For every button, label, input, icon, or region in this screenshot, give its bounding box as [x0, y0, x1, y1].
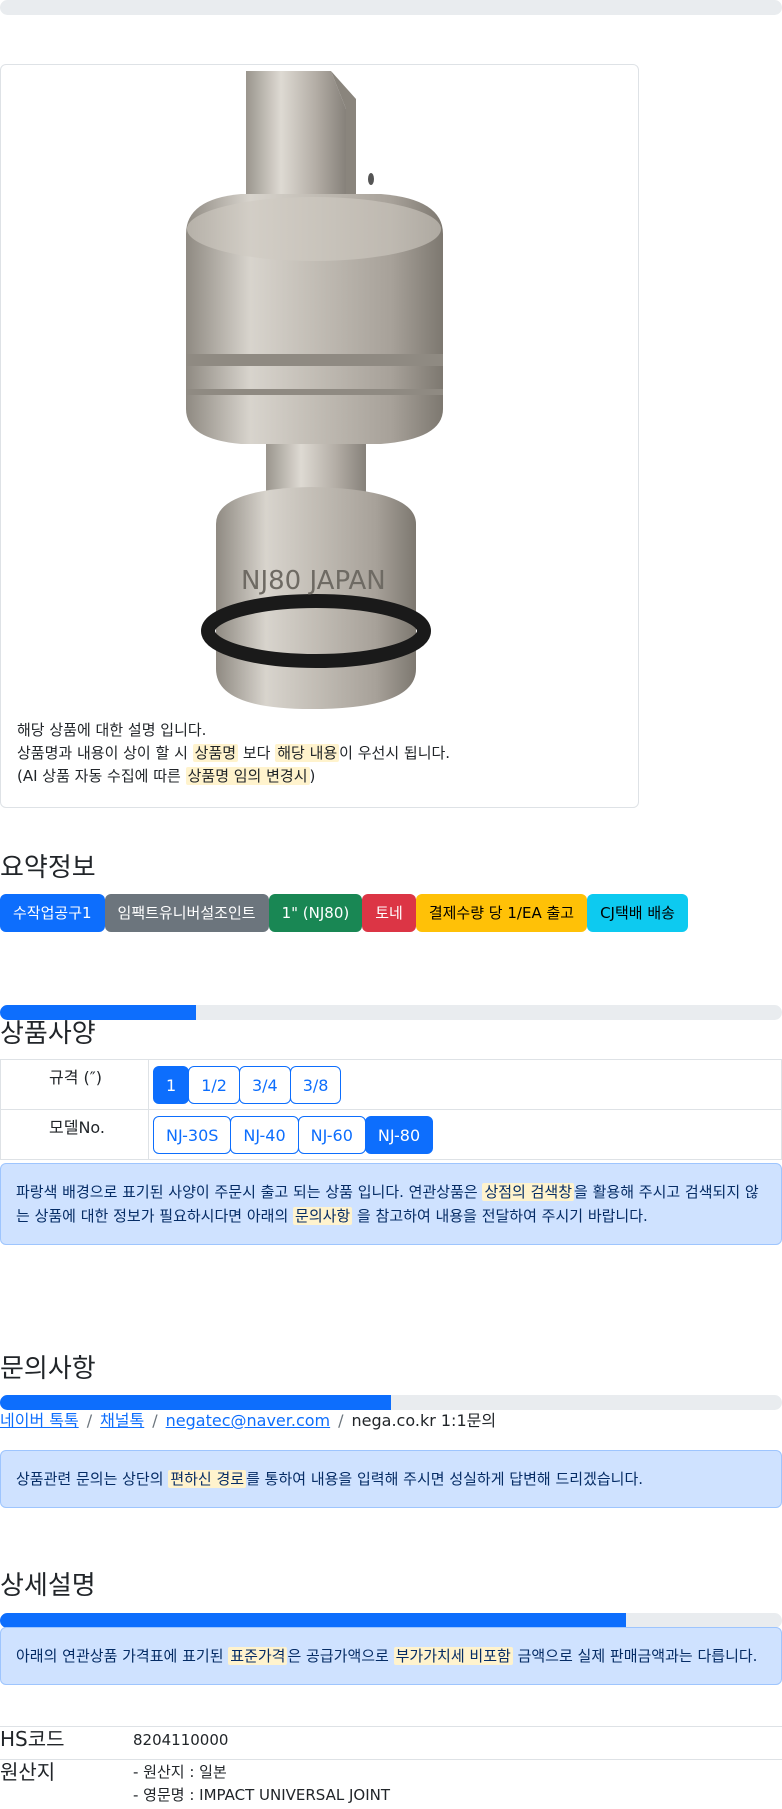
- desc-text: (AI 상품 자동 수집에 따른: [17, 767, 186, 785]
- notice-text: 을 참고하여 내용을 전달하여 주시기 바랍니다.: [352, 1207, 648, 1225]
- highlight-content: 해당 내용: [275, 744, 340, 762]
- notice-text: 금액으로 실제 판매금액과는 다릅니다.: [512, 1647, 758, 1665]
- spec-option-button[interactable]: 3/8: [289, 1065, 342, 1104]
- notice-text: 를 통하여 내용을 입력해 주시면 성실하게 답변해 드리겠습니다.: [246, 1470, 644, 1488]
- separator: /: [338, 1411, 344, 1430]
- origin-value: - 원산지 : 일본 - 영문명 : IMPACT UNIVERSAL JOIN…: [133, 1761, 390, 1807]
- summary-badge: 1" (NJ80): [268, 894, 363, 932]
- spec-key: 모델No.: [0, 1109, 149, 1160]
- spec-progress-bar: [0, 1005, 782, 1020]
- notice-text: 은 공급가액으로: [287, 1647, 394, 1665]
- spec-option-button[interactable]: NJ-80: [364, 1115, 434, 1154]
- spec-option-button[interactable]: 1: [153, 1065, 190, 1104]
- hs-code-label: HS코드: [0, 1727, 65, 1751]
- detail-title: 상세설명: [0, 1571, 96, 1601]
- desc-text: ): [309, 767, 316, 785]
- highlight-inquiry: 문의사항: [293, 1207, 353, 1225]
- highlight-product-name: 상품명: [192, 744, 239, 762]
- summary-badge: 수작업공구1: [0, 894, 105, 932]
- desc-text: 보다: [238, 744, 276, 762]
- origin-label: 원산지: [0, 1760, 56, 1784]
- spec-option-button[interactable]: 1/2: [188, 1065, 240, 1104]
- product-card: NJ80 JAPAN 해당 상품에 대한 설명 입니다. 상품명과 내용이 상이…: [0, 64, 639, 808]
- desc-text: 상품명과 내용이 상이 할 시: [17, 744, 193, 762]
- spec-notice: 파랑색 배경으로 표기된 사양이 주문시 출고 되는 상품 입니다. 연관상품은…: [0, 1163, 782, 1245]
- inquiry-title: 문의사항: [0, 1354, 96, 1384]
- hs-code-value: 8204110000: [133, 1731, 229, 1749]
- spec-option-button[interactable]: NJ-30S: [153, 1115, 232, 1154]
- desc-line-3: (AI 상품 자동 수집에 따른 상품명 임의 변경시): [17, 765, 450, 788]
- desc-line-2: 상품명과 내용이 상이 할 시 상품명 보다 해당 내용 이 우선시 됩니다.: [17, 742, 450, 765]
- summary-badge: 결제수량 당 1/EA 출고: [415, 894, 588, 932]
- desc-text: 이 우선시 됩니다.: [339, 744, 451, 762]
- inquiry-progress-bar: [0, 1395, 782, 1410]
- highlight-search: 상점의 검색창: [482, 1183, 575, 1201]
- hs-code-row: HS코드 8204110000: [0, 1726, 782, 1760]
- spec-row: 규격 (″) 1 1/2 3/4 3/8: [0, 1059, 782, 1110]
- spec-key: 규격 (″): [0, 1059, 149, 1110]
- engraving-text: NJ80 JAPAN: [241, 566, 386, 596]
- highlight-standard-price: 표준가격: [228, 1647, 288, 1665]
- spec-option-button[interactable]: 3/4: [238, 1065, 291, 1104]
- notice-text: 아래의 연관상품 가격표에 표기된: [16, 1647, 229, 1665]
- spec-row: 모델No. NJ-30S NJ-40 NJ-60 NJ-80: [0, 1109, 782, 1160]
- summary-badge: 임팩트유니버설조인트: [104, 894, 269, 932]
- spec-title: 상품사양: [0, 1019, 96, 1049]
- summary-badges: 수작업공구1 임팩트유니버설조인트 1" (NJ80) 토네 결제수량 당 1/EA 출…: [0, 894, 688, 932]
- inquiry-links: 네이버 톡톡 / 채널톡 / negatec@naver.com / nega.co.kr …: [0, 1410, 496, 1432]
- spec-option-group: 1 1/2 3/4 3/8: [153, 1065, 777, 1104]
- origin-country: - 원산지 : 일본: [133, 1763, 227, 1781]
- separator: /: [86, 1411, 93, 1430]
- summary-badge: 토네: [362, 894, 416, 932]
- email-link[interactable]: negatec@naver.com: [166, 1411, 330, 1430]
- product-image: NJ80 JAPAN: [186, 71, 443, 709]
- summary-title: 요약정보: [0, 853, 96, 883]
- notice-text: 상품관련 문의는 상단의: [16, 1470, 169, 1488]
- spec-options-cell: NJ-30S NJ-40 NJ-60 NJ-80: [148, 1109, 782, 1160]
- highlight-route: 편하신 경로: [168, 1470, 247, 1488]
- naver-talk-link[interactable]: 네이버 톡톡: [0, 1411, 79, 1430]
- spec-option-button[interactable]: NJ-60: [297, 1115, 366, 1154]
- highlight-name-change: 상품명 임의 변경시: [185, 767, 310, 785]
- spec-options-cell: 1 1/2 3/4 3/8: [148, 1059, 782, 1110]
- origin-row: 원산지 - 원산지 : 일본 - 영문명 : IMPACT UNIVERSAL …: [0, 1759, 782, 1809]
- origin-english-name: - 영문명 : IMPACT UNIVERSAL JOINT: [133, 1786, 391, 1804]
- separator: /: [152, 1411, 158, 1430]
- channel-talk-link[interactable]: 채널톡: [100, 1411, 144, 1430]
- top-progress-bar: [0, 0, 782, 15]
- summary-badge: CJ택배 배송: [587, 894, 688, 932]
- spec-option-button[interactable]: NJ-40: [230, 1115, 299, 1154]
- detail-notice: 아래의 연관상품 가격표에 표기된 표준가격 은 공급가액으로 부가가치세 비포함…: [0, 1627, 782, 1685]
- spec-option-group: NJ-30S NJ-40 NJ-60 NJ-80: [153, 1115, 777, 1154]
- inquiry-notice: 상품관련 문의는 상단의 편하신 경로 를 통하여 내용을 입력해 주시면 성실하…: [0, 1450, 782, 1508]
- desc-line-1: 해당 상품에 대한 설명 입니다.: [17, 721, 207, 739]
- notice-text: 파랑색 배경으로 표기된 사양이 주문시 출고 되는 상품 입니다. 연관상품은: [16, 1183, 483, 1201]
- one-to-one-inquiry-text: nega.co.kr 1:1문의: [351, 1411, 497, 1430]
- highlight-vat-excluded: 부가가치세 비포함: [393, 1647, 513, 1665]
- detail-progress-bar: [0, 1613, 782, 1628]
- spec-table: 규격 (″) 1 1/2 3/4 3/8 모델No. NJ-30S NJ-40 NJ-60 NJ-…: [0, 1059, 782, 1160]
- product-description: 해당 상품에 대한 설명 입니다. 상품명과 내용이 상이 할 시 상품명 보다…: [17, 719, 450, 788]
